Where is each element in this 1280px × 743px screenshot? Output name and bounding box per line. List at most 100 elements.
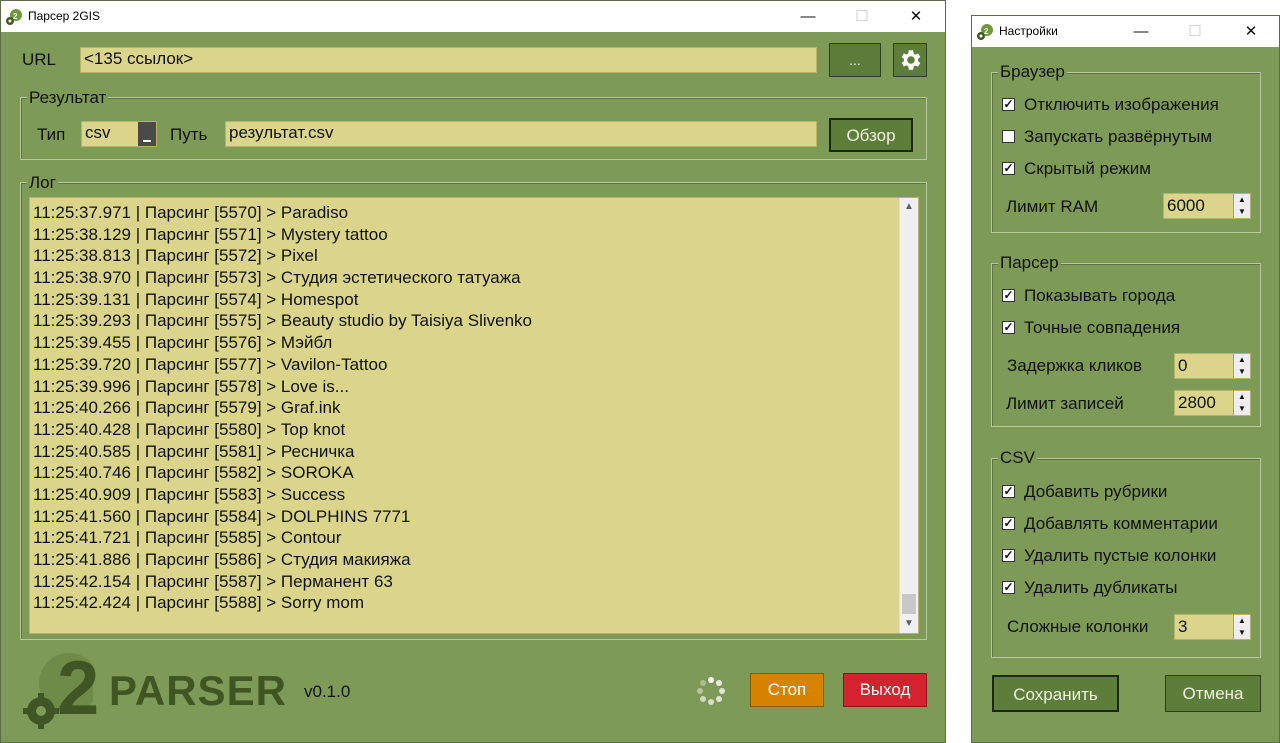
log-line: 11:25:40.428 | Парсинг [5580] > Top knot <box>33 419 346 439</box>
settings-window: 2 Настройки — ☐ ✕ Браузер ✓ Отключить из… <box>971 15 1280 743</box>
add-rubrics-checkbox[interactable]: ✓ <box>1002 485 1015 498</box>
log-line: 11:25:40.909 | Парсинг [5583] > Success <box>33 484 346 504</box>
gear-icon <box>901 50 921 70</box>
svg-text:2: 2 <box>984 27 989 36</box>
logo-number: 2 <box>57 646 100 731</box>
click-delay-label: Задержка кликов <box>1007 356 1143 375</box>
chevron-down-icon[interactable] <box>138 122 156 146</box>
settings-close-button[interactable]: ✕ <box>1228 16 1274 47</box>
log-line: 11:25:40.585 | Парсинг [5581] > Ресничка <box>33 441 355 461</box>
start-maximized-label[interactable]: Запускать развёрнутым <box>1024 127 1212 147</box>
records-limit-value: 2800 <box>1178 393 1216 412</box>
browse-button[interactable]: Обзор <box>829 118 913 152</box>
scroll-thumb[interactable] <box>902 594 916 614</box>
settings-window-title: Настройки <box>999 24 1058 38</box>
start-maximized-checkbox[interactable] <box>1002 130 1015 143</box>
log-group-title: Лог <box>27 173 58 192</box>
complex-columns-spinbox[interactable]: 3 ▲ ▼ <box>1174 614 1251 640</box>
spin-up-icon[interactable]: ▲ <box>1234 615 1250 627</box>
exit-button[interactable]: Выход <box>843 673 927 707</box>
headless-checkbox[interactable]: ✓ <box>1002 162 1015 175</box>
add-rubrics-label[interactable]: Добавить рубрики <box>1024 482 1167 502</box>
maximize-button[interactable]: ☐ <box>839 1 885 32</box>
log-line: 11:25:41.886 | Парсинг [5586] > Студия м… <box>33 550 411 569</box>
remove-duplicates-checkbox[interactable]: ✓ <box>1002 581 1015 594</box>
headless-label[interactable]: Скрытый режим <box>1024 159 1151 179</box>
spin-up-icon[interactable]: ▲ <box>1234 194 1250 206</box>
add-comments-checkbox[interactable]: ✓ <box>1002 517 1015 530</box>
complex-columns-value: 3 <box>1178 617 1188 636</box>
settings-titlebar[interactable]: 2 Настройки — ☐ ✕ <box>972 16 1279 47</box>
complex-columns-label: Сложные колонки <box>1007 617 1149 636</box>
show-cities-label[interactable]: Показывать города <box>1024 286 1175 306</box>
minimize-button[interactable]: — <box>785 1 831 32</box>
complex-columns-arrows[interactable]: ▲ ▼ <box>1233 615 1250 639</box>
stop-button[interactable]: Стоп <box>750 673 824 707</box>
remove-duplicates-label[interactable]: Удалить дубликаты <box>1024 578 1178 598</box>
scroll-down-icon[interactable]: ▼ <box>900 615 918 633</box>
records-limit-arrows[interactable]: ▲ ▼ <box>1233 391 1250 415</box>
disable-images-label[interactable]: Отключить изображения <box>1024 95 1219 115</box>
logo-text: PARSER <box>109 667 287 714</box>
ram-limit-spinbox[interactable]: 6000 ▲ ▼ <box>1163 193 1251 219</box>
version-label: v0.1.0 <box>304 682 351 701</box>
spin-down-icon[interactable]: ▼ <box>1234 403 1250 415</box>
save-button[interactable]: Сохранить <box>992 675 1119 712</box>
log-line: 11:25:39.996 | Парсинг [5578] > Love is.… <box>33 376 349 396</box>
add-comments-label[interactable]: Добавлять комментарии <box>1024 514 1218 534</box>
loading-spinner-icon <box>697 677 725 705</box>
path-label: Путь <box>170 125 208 144</box>
log-line: 11:25:41.721 | Парсинг [5585] > Contour <box>33 528 342 548</box>
exact-match-label[interactable]: Точные совпадения <box>1024 318 1180 338</box>
type-label: Тип <box>37 125 66 144</box>
log-area[interactable]: 11:25:37.971 | Парсинг [5570] > Paradiso… <box>29 197 919 634</box>
path-input[interactable]: результат.csv <box>225 121 817 147</box>
spin-down-icon[interactable]: ▼ <box>1234 206 1250 218</box>
app-icon: 2 <box>977 24 993 40</box>
spin-up-icon[interactable]: ▲ <box>1234 391 1250 403</box>
log-line: 11:25:37.971 | Парсинг [5570] > Paradiso <box>33 203 349 222</box>
log-line: 11:25:41.560 | Парсинг [5584] > DOLPHINS… <box>33 506 411 526</box>
ram-limit-arrows[interactable]: ▲ ▼ <box>1233 194 1250 218</box>
settings-minimize-button[interactable]: — <box>1118 16 1164 47</box>
log-line: 11:25:39.455 | Парсинг [5576] > Мэйбл <box>33 333 333 353</box>
records-limit-label: Лимит записей <box>1006 394 1124 413</box>
log-line: 11:25:39.293 | Парсинг [5575] > Beauty s… <box>33 311 532 331</box>
spin-down-icon[interactable]: ▼ <box>1234 627 1250 639</box>
main-titlebar[interactable]: 2 Парсер 2GIS — ☐ ✕ <box>1 1 945 32</box>
click-delay-arrows[interactable]: ▲ ▼ <box>1233 354 1250 378</box>
log-line: 11:25:38.813 | Парсинг [5572] > Pixel <box>33 246 318 266</box>
records-limit-spinbox[interactable]: 2800 ▲ ▼ <box>1174 390 1251 416</box>
log-line: 11:25:39.131 | Парсинг [5574] > Homespot <box>33 289 359 309</box>
type-dropdown[interactable]: csv <box>81 121 157 147</box>
cancel-button[interactable]: Отмена <box>1165 675 1261 712</box>
log-line: 11:25:40.266 | Парсинг [5579] > Graf.ink <box>33 398 341 418</box>
type-dropdown-value: csv <box>85 123 111 142</box>
url-label: URL <box>22 50 57 69</box>
url-browse-button[interactable]: ... <box>829 43 881 77</box>
log-scrollbar[interactable]: ▲ ▼ <box>899 198 918 633</box>
log-line: 11:25:40.746 | Парсинг [5582] > SOROKA <box>33 463 354 483</box>
show-cities-checkbox[interactable]: ✓ <box>1002 289 1015 302</box>
browser-group-title: Браузер <box>998 62 1067 81</box>
disable-images-checkbox[interactable]: ✓ <box>1002 98 1015 111</box>
log-lines: 11:25:37.971 | Парсинг [5570] > Paradiso… <box>33 202 532 614</box>
log-line: 11:25:42.424 | Парсинг [5588] > Sorry mo… <box>33 593 365 613</box>
url-input[interactable]: <135 ссылок> <box>80 47 817 73</box>
spin-up-icon[interactable]: ▲ <box>1234 354 1250 366</box>
settings-maximize-button[interactable]: ☐ <box>1172 16 1218 47</box>
scroll-up-icon[interactable]: ▲ <box>900 198 918 216</box>
exact-match-checkbox[interactable]: ✓ <box>1002 321 1015 334</box>
csv-group-title: CSV <box>998 448 1037 467</box>
remove-empty-label[interactable]: Удалить пустые колонки <box>1024 546 1216 566</box>
result-group-title: Результат <box>27 88 109 107</box>
spin-down-icon[interactable]: ▼ <box>1234 366 1250 378</box>
log-line: 11:25:39.720 | Парсинг [5577] > Vavilon-… <box>33 354 388 374</box>
close-button[interactable]: ✕ <box>893 1 939 32</box>
settings-button[interactable] <box>893 43 927 77</box>
log-line: 11:25:42.154 | Парсинг [5587] > Перманен… <box>33 571 393 591</box>
ram-limit-label: Лимит RAM <box>1006 197 1099 216</box>
remove-empty-checkbox[interactable]: ✓ <box>1002 549 1015 562</box>
log-line: 11:25:38.970 | Парсинг [5573] > Студия э… <box>33 268 521 288</box>
click-delay-spinbox[interactable]: 0 ▲ ▼ <box>1174 353 1251 379</box>
